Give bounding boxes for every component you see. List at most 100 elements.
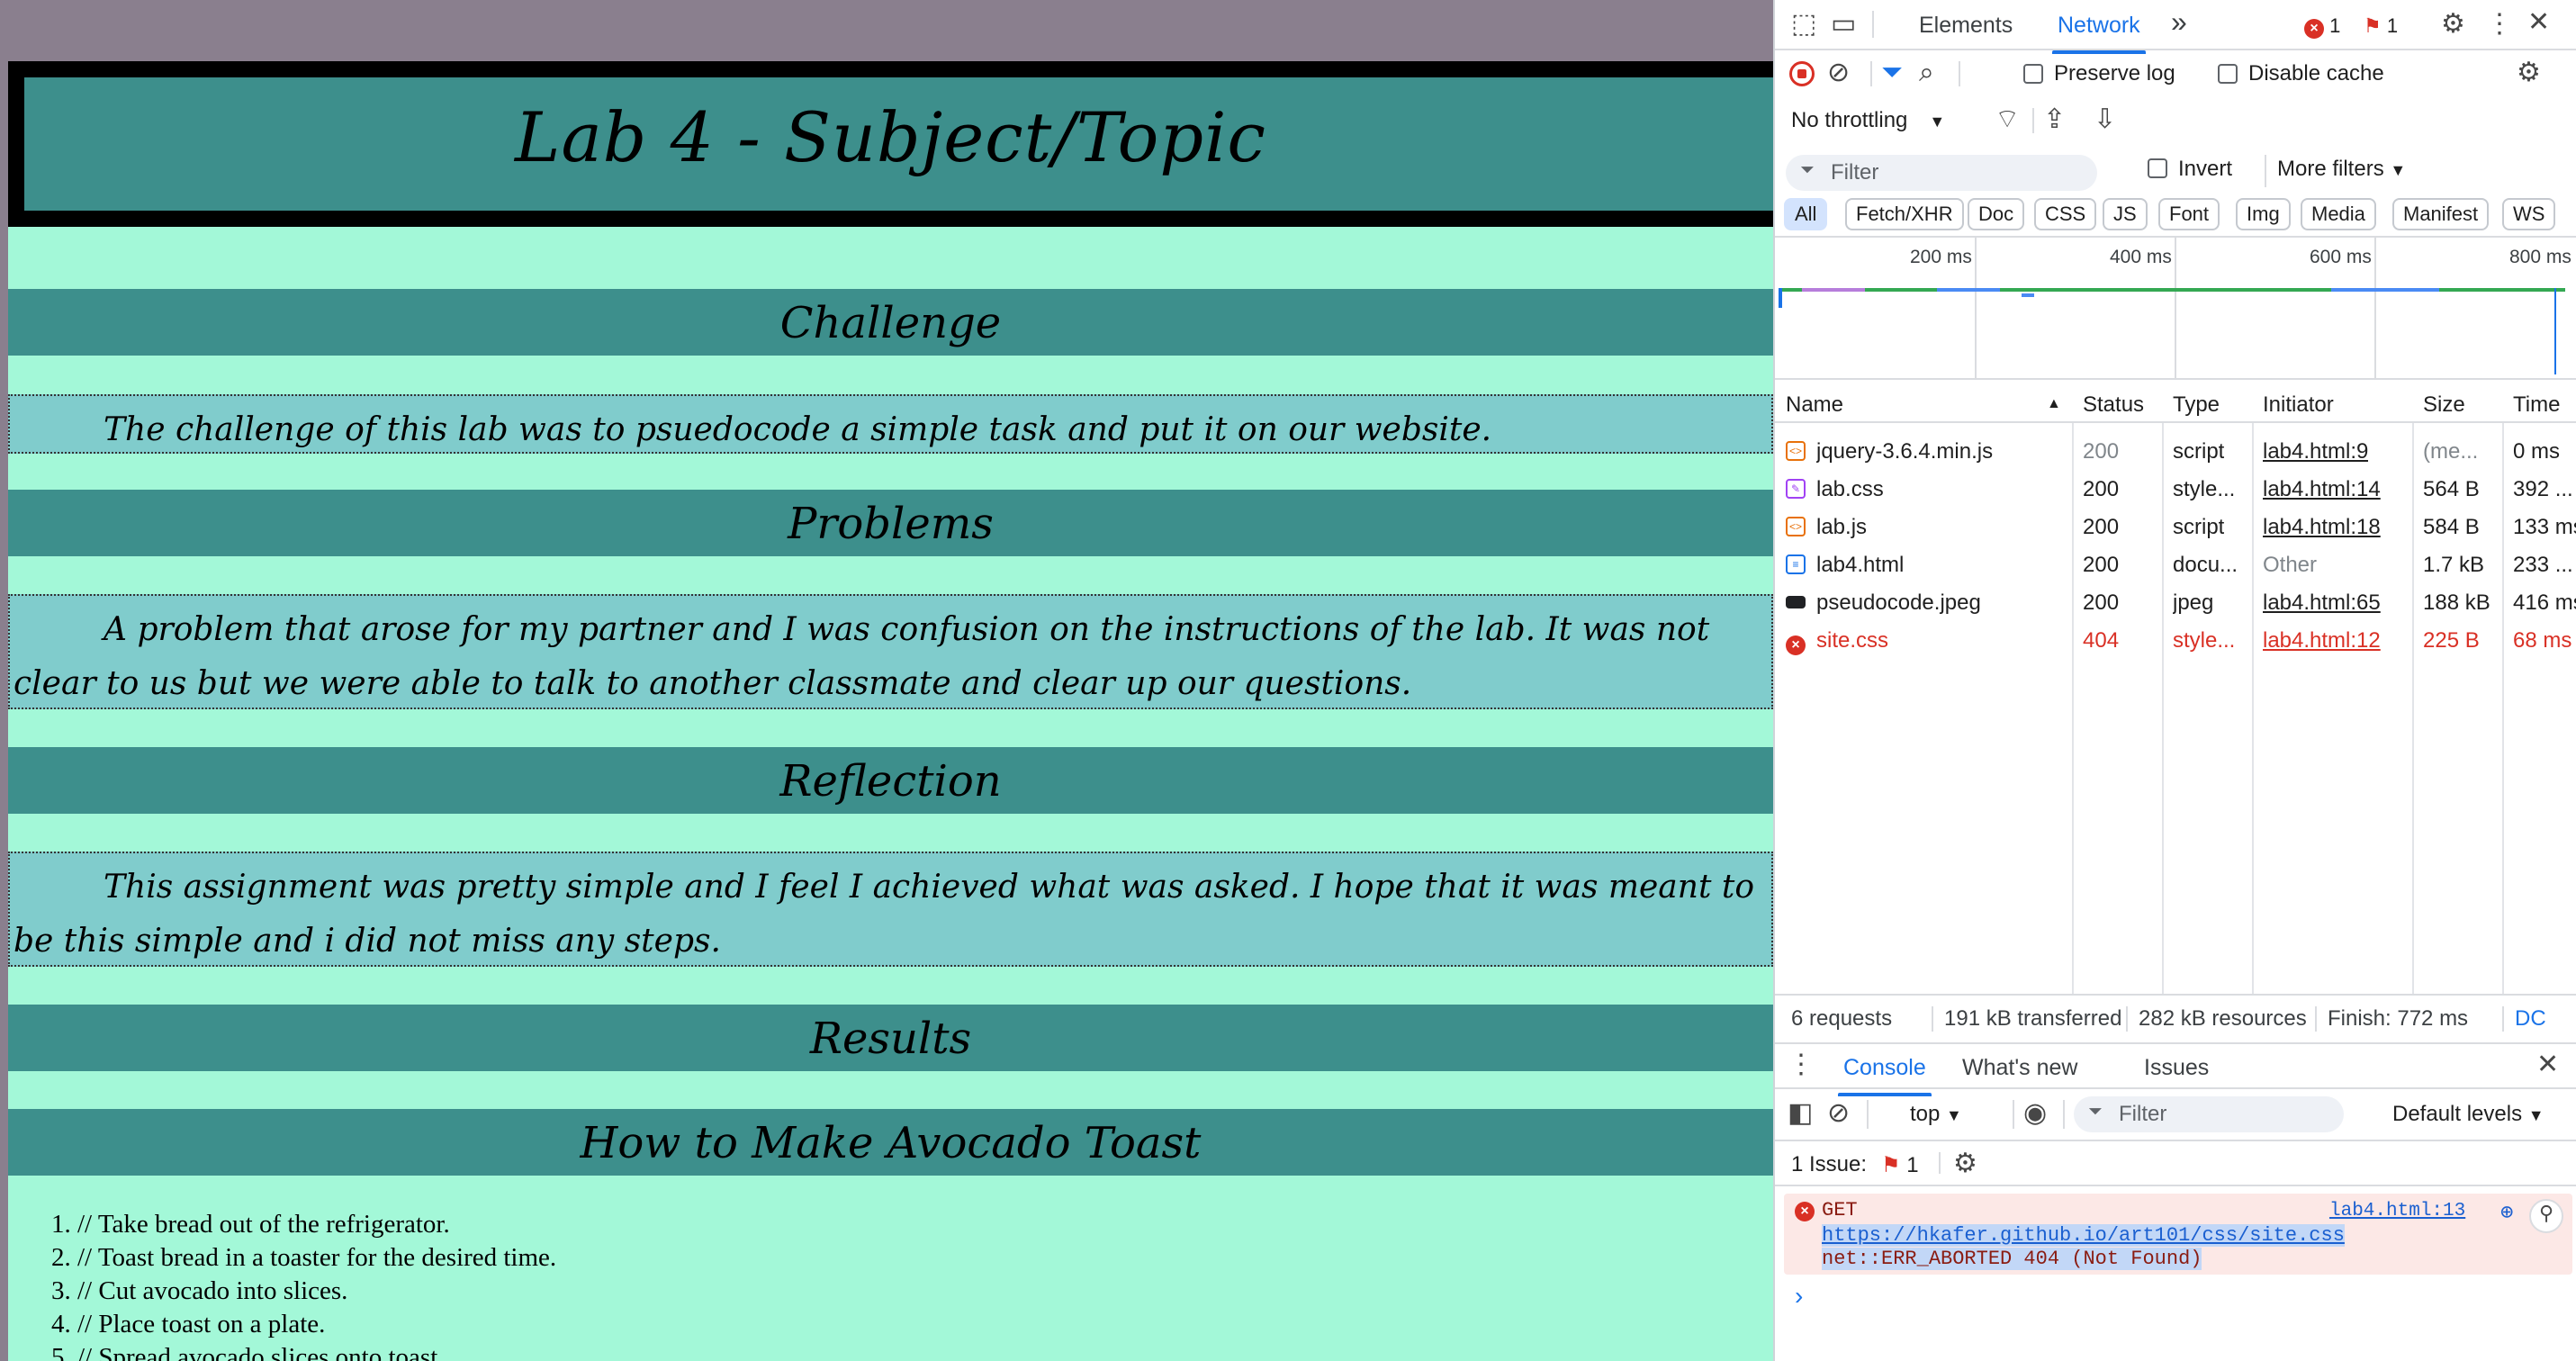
- sidebar-toggle-icon[interactable]: ◧: [1788, 1100, 1813, 1127]
- drawer-menu-icon[interactable]: ⋮: [1788, 1051, 1815, 1078]
- log-levels-dropdown[interactable]: Default levels ▼: [2392, 1102, 2544, 1127]
- kebab-menu-icon[interactable]: ⋮: [2486, 11, 2513, 38]
- chip-ws[interactable]: WS: [2502, 198, 2556, 230]
- error-count-value: 1: [2329, 14, 2341, 37]
- network-timeline[interactable]: 200 ms 400 ms 600 ms 800 ms: [1775, 236, 2576, 380]
- request-time: 68 ms: [2513, 628, 2572, 653]
- list-item: 2. // Toast bread in a toaster for the d…: [51, 1243, 557, 1272]
- tab-console[interactable]: Console: [1838, 1055, 1932, 1096]
- divider: [2315, 1006, 2317, 1032]
- timeline-gridline: [2374, 238, 2376, 378]
- settings-gear-icon[interactable]: ⚙: [2441, 11, 2465, 38]
- error-count[interactable]: × 1: [2304, 14, 2340, 39]
- initiator-link[interactable]: lab4.html:18: [2263, 515, 2381, 540]
- initiator-link[interactable]: lab4.html:14: [2263, 477, 2381, 502]
- column-header-size[interactable]: Size: [2423, 392, 2465, 418]
- initiator-link[interactable]: lab4.html:65: [2263, 590, 2381, 616]
- column-header-time[interactable]: Time: [2513, 392, 2560, 418]
- tab-elements[interactable]: Elements: [1919, 13, 2013, 39]
- timeline-bar: [2022, 293, 2034, 297]
- insights-lightbulb-icon[interactable]: ⚲: [2529, 1199, 2563, 1233]
- clear-console-icon[interactable]: ⊘: [1827, 1100, 1850, 1127]
- section-text-reflection: This assignment was pretty simple and I …: [8, 852, 1773, 967]
- requests-table: Name ▲ Status Type Initiator Size Time <…: [1775, 382, 2576, 994]
- chip-img[interactable]: Img: [2236, 198, 2291, 230]
- table-row[interactable]: × site.css 404 style... lab4.html:12 225…: [1775, 621, 2576, 659]
- filter-icon: ⏷: [1800, 160, 1815, 180]
- more-filters-dropdown[interactable]: More filters ▼: [2277, 157, 2406, 182]
- column-header-status[interactable]: Status: [2083, 392, 2144, 418]
- table-header: Name ▲ Status Type Initiator Size Time: [1775, 382, 2576, 423]
- clear-icon[interactable]: ⊘: [1827, 59, 1850, 86]
- initiator-link[interactable]: lab4.html:12: [2263, 628, 2381, 653]
- divider: [2126, 1006, 2128, 1032]
- record-icon[interactable]: [1789, 61, 1815, 86]
- column-header-name[interactable]: Name: [1786, 392, 1843, 418]
- chevron-down-icon: ▼: [2390, 161, 2407, 179]
- tab-network[interactable]: Network: [2052, 13, 2146, 54]
- chip-doc[interactable]: Doc: [1968, 198, 2025, 230]
- divider: [2013, 1100, 2014, 1129]
- live-expression-eye-icon[interactable]: ◉: [2023, 1100, 2047, 1127]
- device-toolbar-icon[interactable]: ▭: [1831, 11, 1856, 38]
- column-header-type[interactable]: Type: [2173, 392, 2220, 418]
- disable-cache-checkbox[interactable]: [2218, 64, 2238, 84]
- chip-all[interactable]: All: [1784, 198, 1828, 230]
- console-filter-input[interactable]: ⏷ Filter: [2074, 1096, 2344, 1132]
- chip-font[interactable]: Font: [2158, 198, 2220, 230]
- invert-checkbox[interactable]: [2148, 158, 2167, 178]
- network-settings-icon[interactable]: ⚙: [2517, 59, 2541, 86]
- request-status: 200: [2083, 439, 2120, 464]
- table-row[interactable]: ≡ lab4.html 200 docu... Other 1.7 kB 233…: [1775, 545, 2576, 583]
- preserve-log-checkbox[interactable]: [2023, 64, 2043, 84]
- tab-whats-new[interactable]: What's new: [1962, 1055, 2077, 1081]
- chip-manifest[interactable]: Manifest: [2392, 198, 2490, 230]
- section-heading-problems: Problems: [8, 490, 1773, 556]
- table-row[interactable]: ✎ lab.css 200 style... lab4.html:14 564 …: [1775, 470, 2576, 508]
- initiator-link[interactable]: lab4.html:9: [2263, 439, 2368, 464]
- summary-finish: Finish: 772 ms: [2328, 1006, 2469, 1031]
- chip-fetch-xhr[interactable]: Fetch/XHR: [1845, 198, 1964, 230]
- import-har-icon[interactable]: ⇪: [2043, 106, 2066, 133]
- close-devtools-icon[interactable]: ✕: [2527, 9, 2550, 36]
- chip-media[interactable]: Media: [2301, 198, 2376, 230]
- console-prompt-icon[interactable]: ›: [1795, 1282, 1803, 1311]
- error-url: https://hkafer.github.io/art101/css/site…: [1822, 1224, 2345, 1247]
- timeline-bar: [1802, 288, 1865, 292]
- chip-js[interactable]: JS: [2103, 198, 2148, 230]
- network-conditions-icon[interactable]: ⌔: [1995, 106, 2020, 133]
- table-row[interactable]: pseudocode.jpeg 200 jpeg lab4.html:65 18…: [1775, 583, 2576, 621]
- export-har-icon[interactable]: ⇩: [2094, 106, 2116, 133]
- chip-css[interactable]: CSS: [2034, 198, 2097, 230]
- web-page: Lab 4 - Subject/Topic Challenge The chal…: [0, 0, 1773, 1361]
- table-row[interactable]: <> lab.js 200 script lab4.html:18 584 B …: [1775, 508, 2576, 545]
- filter-funnel-icon[interactable]: ⏷: [1881, 59, 1903, 86]
- close-drawer-icon[interactable]: ✕: [2536, 1051, 2559, 1078]
- search-icon[interactable]: ⌕: [1919, 59, 1934, 86]
- request-time: 392 ...: [2513, 477, 2573, 501]
- inspect-element-icon[interactable]: ⬚: [1791, 11, 1816, 38]
- filter-input[interactable]: ⏷ Filter: [1786, 155, 2097, 191]
- filter-placeholder: Filter: [1831, 160, 1879, 185]
- error-icon: ×: [1786, 630, 1806, 655]
- table-row[interactable]: <> jquery-3.6.4.min.js 200 script lab4.h…: [1775, 432, 2576, 470]
- throttling-select[interactable]: No throttling ▼: [1791, 108, 1945, 133]
- devtools-tabbar: ⬚ ▭ Elements Network » × 1 ⚑ 1 ⚙ ⋮ ✕: [1775, 0, 2576, 54]
- drawer-tabbar: ⋮ Console What's new Issues ✕: [1775, 1044, 2576, 1096]
- network-globe-icon[interactable]: ⊕: [2500, 1199, 2513, 1226]
- context-select[interactable]: top ▼: [1910, 1102, 1962, 1127]
- chevron-down-icon: ▼: [1946, 1106, 1962, 1124]
- issues-badge[interactable]: ⚑ 1: [1881, 1152, 1919, 1178]
- list-item: 3. // Cut avocado into slices.: [51, 1276, 348, 1305]
- request-name: pseudocode.jpeg: [1816, 590, 1981, 615]
- issue-count[interactable]: ⚑ 1: [2364, 14, 2398, 38]
- more-tabs-icon[interactable]: »: [2171, 5, 2187, 39]
- request-name: lab4.html: [1816, 553, 1905, 577]
- request-type: jpeg: [2173, 590, 2214, 615]
- error-source-link[interactable]: lab4.html:13: [2329, 1201, 2465, 1221]
- console-settings-icon[interactable]: ⚙: [1953, 1150, 1977, 1177]
- error-url-link[interactable]: https://hkafer.github.io/art101/css/site…: [1822, 1224, 2345, 1247]
- timeline-bar: [1937, 288, 2000, 292]
- tab-issues[interactable]: Issues: [2144, 1055, 2209, 1081]
- column-header-initiator[interactable]: Initiator: [2263, 392, 2334, 418]
